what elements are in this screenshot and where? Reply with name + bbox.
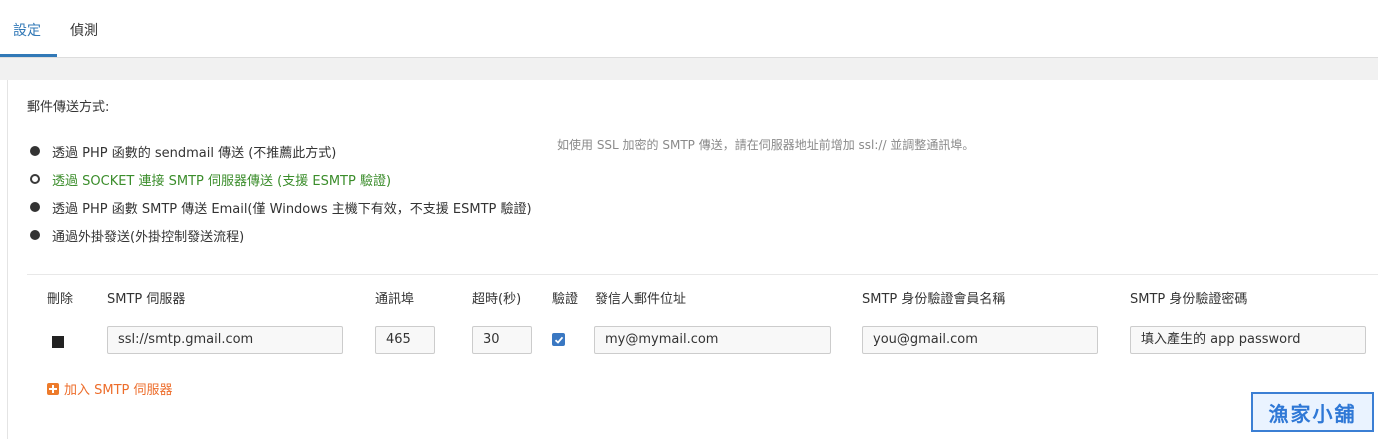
- col-header-server: SMTP 伺服器: [107, 292, 186, 307]
- add-smtp-server-link[interactable]: 加入 SMTP 伺服器: [47, 379, 173, 398]
- port-input[interactable]: 465: [375, 326, 435, 354]
- add-smtp-server-label: 加入 SMTP 伺服器: [64, 383, 173, 398]
- radio-label: 透過 SOCKET 連接 SMTP 伺服器傳送 (支援 ESMTP 驗證): [52, 173, 392, 189]
- auth-checkbox[interactable]: [552, 333, 565, 346]
- radio-label: 透過 PHP 函數的 sendmail 傳送 (不推薦此方式): [52, 145, 337, 161]
- col-header-auth: 驗證: [552, 292, 579, 307]
- col-header-timeout: 超時(秒): [472, 292, 522, 307]
- radio-icon[interactable]: [30, 146, 40, 156]
- auth-password-input[interactable]: 填入產生的 app password: [1130, 326, 1366, 354]
- active-tab-indicator: [0, 54, 57, 57]
- col-header-password: SMTP 身份驗證密碼: [1130, 292, 1248, 307]
- tab-bar: 設定 偵測: [0, 0, 1378, 58]
- watermark-logo: 漁家小舖: [1251, 392, 1374, 432]
- settings-panel: [7, 80, 1378, 439]
- mail-method-label: 郵件傳送方式:: [27, 100, 110, 115]
- radio-option-socket[interactable]: 透過 SOCKET 連接 SMTP 伺服器傳送 (支援 ESMTP 驗證): [30, 170, 392, 189]
- ssl-hint: 如使用 SSL 加密的 SMTP 傳送，請在伺服器地址前增加 ssl:// 並調…: [557, 138, 975, 152]
- panel-top-band: [0, 58, 1378, 80]
- plus-square-icon: [47, 382, 59, 395]
- radio-icon[interactable]: [30, 230, 40, 240]
- delete-row-checkbox[interactable]: [52, 336, 64, 348]
- radio-icon[interactable]: [30, 202, 40, 212]
- radio-selected-icon[interactable]: [30, 174, 40, 184]
- tab-detect[interactable]: 偵測: [70, 20, 98, 40]
- auth-username-input[interactable]: you@gmail.com: [862, 326, 1098, 354]
- radio-label: 透過 PHP 函數 SMTP 傳送 Email(僅 Windows 主機下有效，…: [52, 201, 532, 217]
- checkmark-icon: [554, 336, 564, 344]
- table-divider: [27, 274, 1378, 275]
- timeout-input[interactable]: 30: [472, 326, 532, 354]
- col-header-port: 通訊埠: [375, 292, 415, 307]
- col-header-username: SMTP 身份驗證會員名稱: [862, 292, 1006, 307]
- radio-label: 通過外掛發送(外掛控制發送流程): [52, 229, 245, 245]
- tab-settings[interactable]: 設定: [13, 20, 41, 40]
- col-header-delete: 刪除: [47, 292, 74, 307]
- from-address-input[interactable]: my@mymail.com: [594, 326, 831, 354]
- radio-option-plugin[interactable]: 通過外掛發送(外掛控制發送流程): [30, 226, 245, 245]
- col-header-from: 發信人郵件位址: [595, 292, 687, 307]
- radio-option-php-smtp[interactable]: 透過 PHP 函數 SMTP 傳送 Email(僅 Windows 主機下有效，…: [30, 198, 532, 217]
- smtp-server-input[interactable]: ssl://smtp.gmail.com: [107, 326, 343, 354]
- radio-option-sendmail[interactable]: 透過 PHP 函數的 sendmail 傳送 (不推薦此方式): [30, 142, 337, 161]
